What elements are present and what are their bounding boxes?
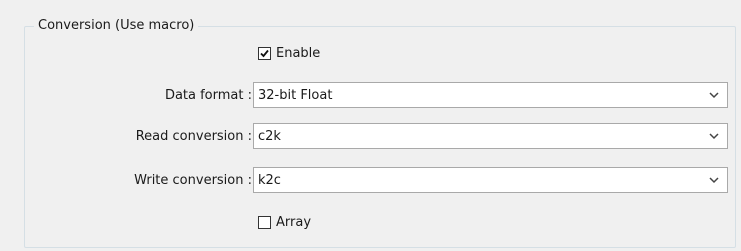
write-conversion-select[interactable]: k2c	[253, 167, 728, 193]
enable-checkbox-box[interactable]	[258, 46, 271, 60]
data-format-select[interactable]: 32-bit Float	[253, 82, 728, 108]
data-format-row: Data format : 32-bit Float	[0, 82, 741, 110]
enable-checkbox-label: Enable	[276, 45, 321, 61]
array-checkbox-label: Array	[276, 214, 312, 230]
read-conversion-select[interactable]: c2k	[253, 123, 728, 149]
read-conversion-label: Read conversion :	[135, 129, 252, 144]
chevron-down-icon[interactable]	[709, 132, 719, 140]
groupbox-title: Conversion (Use macro)	[34, 17, 199, 35]
read-conversion-value: c2k	[258, 129, 281, 144]
read-conversion-row: Read conversion : c2k	[0, 123, 741, 151]
data-format-value: 32-bit Float	[258, 88, 333, 103]
array-checkbox[interactable]: Array	[258, 212, 311, 232]
write-conversion-row: Write conversion : k2c	[0, 167, 741, 195]
check-icon	[260, 49, 269, 57]
chevron-down-icon[interactable]	[709, 176, 719, 184]
data-format-label: Data format :	[164, 88, 252, 103]
array-checkbox-box[interactable]	[258, 215, 271, 229]
chevron-down-icon[interactable]	[709, 91, 719, 99]
write-conversion-value: k2c	[258, 173, 281, 188]
write-conversion-label: Write conversion :	[134, 173, 252, 188]
enable-checkbox[interactable]: Enable	[258, 43, 320, 63]
